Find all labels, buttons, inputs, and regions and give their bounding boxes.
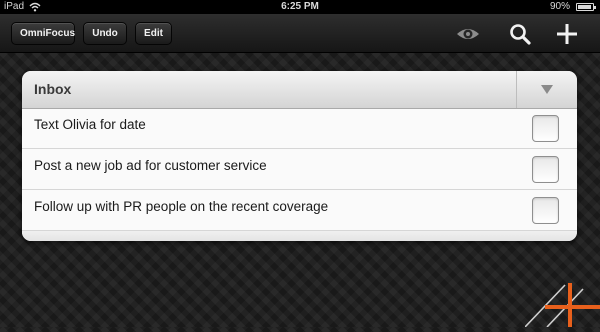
plus-icon[interactable] [554, 21, 580, 47]
status-clock: 6:25 PM [281, 1, 319, 12]
list-item-checkbox[interactable] [532, 197, 559, 224]
edit-button[interactable]: Edit [135, 22, 172, 45]
list-item-checkbox[interactable] [532, 115, 559, 142]
undo-button[interactable]: Undo [83, 22, 127, 45]
search-icon[interactable] [507, 21, 533, 47]
inbox-header: Inbox [22, 71, 577, 109]
list-item-text: Follow up with PR people on the recent c… [34, 199, 329, 214]
omnifocus-logo [524, 283, 600, 328]
list-item-text: Post a new job ad for customer service [34, 158, 267, 173]
list-item[interactable]: Text Olivia for date [22, 109, 577, 149]
list-item-text: Text Olivia for date [34, 117, 146, 132]
list-item-checkbox[interactable] [532, 156, 559, 183]
inbox-card: Inbox Text Olivia for date Post a new jo… [22, 71, 577, 241]
inbox-title: Inbox [34, 81, 72, 97]
triangle-down-icon [541, 85, 553, 94]
battery-icon [576, 3, 596, 11]
status-bar: iPad 6:25 PM 90% [0, 0, 600, 14]
toolbar: OmniFocus Undo Edit [0, 14, 600, 53]
inbox-collapse-toggle[interactable] [516, 71, 577, 108]
omnifocus-button[interactable]: OmniFocus [11, 22, 75, 45]
battery-percent: 90% [549, 1, 570, 12]
list-item[interactable]: Post a new job ad for customer service [22, 150, 577, 190]
list-item[interactable]: Follow up with PR people on the recent c… [22, 191, 577, 231]
inbox-footer [22, 231, 577, 241]
eye-icon[interactable] [455, 21, 481, 47]
